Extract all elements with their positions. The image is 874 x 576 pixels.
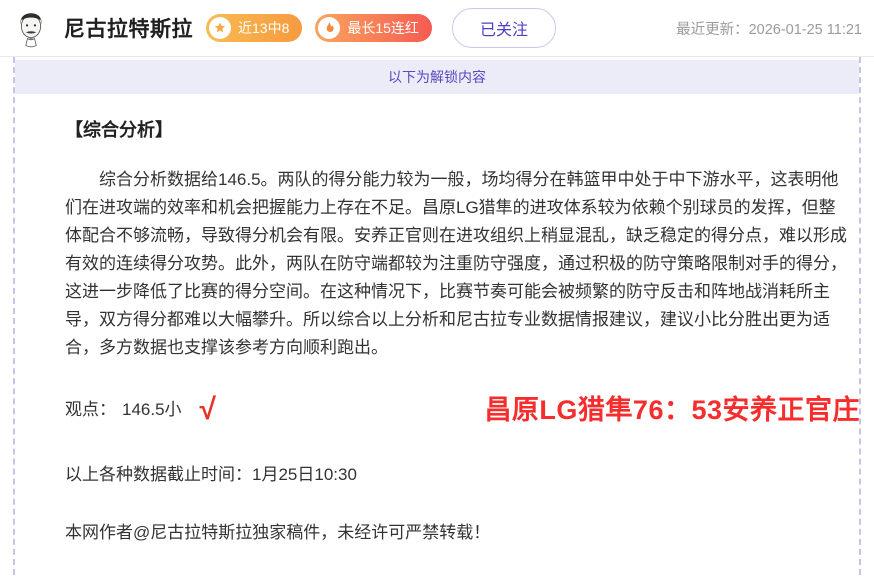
viewpoint-row: 观点： 146.5小 √ 昌原LG猎隼76：53安养正官庄	[65, 388, 860, 427]
flame-icon	[318, 17, 340, 39]
viewpoint-value: 146.5小	[122, 400, 182, 419]
author-name: 尼古拉特斯拉	[64, 13, 193, 43]
unlocked-content-panel: 以下为解锁内容 【综合分析】 综合分析数据给146.5。两队的得分能力较为一般，…	[13, 57, 861, 575]
hit-rate-label: 近13中8	[238, 18, 289, 38]
unlock-banner: 以下为解锁内容	[15, 60, 859, 94]
copyright-notice: 本网作者@尼古拉特斯拉独家稿件，未经许可严禁转载！	[65, 518, 839, 543]
check-mark-icon: √	[200, 395, 216, 425]
star-icon	[209, 17, 231, 39]
last-updated: 最近更新：2026-01-25 11:21	[676, 18, 864, 39]
avatar[interactable]	[10, 7, 52, 49]
hit-rate-badge: 近13中8	[206, 14, 302, 42]
analysis-heading: 【综合分析】	[65, 116, 839, 142]
viewpoint-text: 观点： 146.5小	[65, 395, 182, 420]
viewpoint-label: 观点：	[65, 400, 116, 419]
streak-label: 最长15连红	[347, 18, 419, 38]
last-updated-label: 最近更新：	[676, 22, 749, 38]
analysis-paragraph: 综合分析数据给146.5。两队的得分能力较为一般，场均得分在韩篮甲中处于中下游水…	[65, 166, 847, 362]
followed-button[interactable]: 已关注	[452, 8, 556, 48]
tesla-portrait-icon	[10, 7, 52, 49]
author-header: 尼古拉特斯拉 近13中8 最长15连红 已关注 最近更新：2026-01-25 …	[0, 0, 874, 57]
last-updated-time: 2026-01-25 11:21	[749, 22, 862, 38]
streak-badge: 最长15连红	[315, 14, 432, 42]
match-result-score: 昌原LG猎隼76：53安养正官庄	[484, 388, 860, 427]
data-deadline: 以上各种数据截止时间：1月25日10:30	[65, 460, 839, 485]
analysis-article: 【综合分析】 综合分析数据给146.5。两队的得分能力较为一般，场均得分在韩篮甲…	[15, 94, 859, 576]
